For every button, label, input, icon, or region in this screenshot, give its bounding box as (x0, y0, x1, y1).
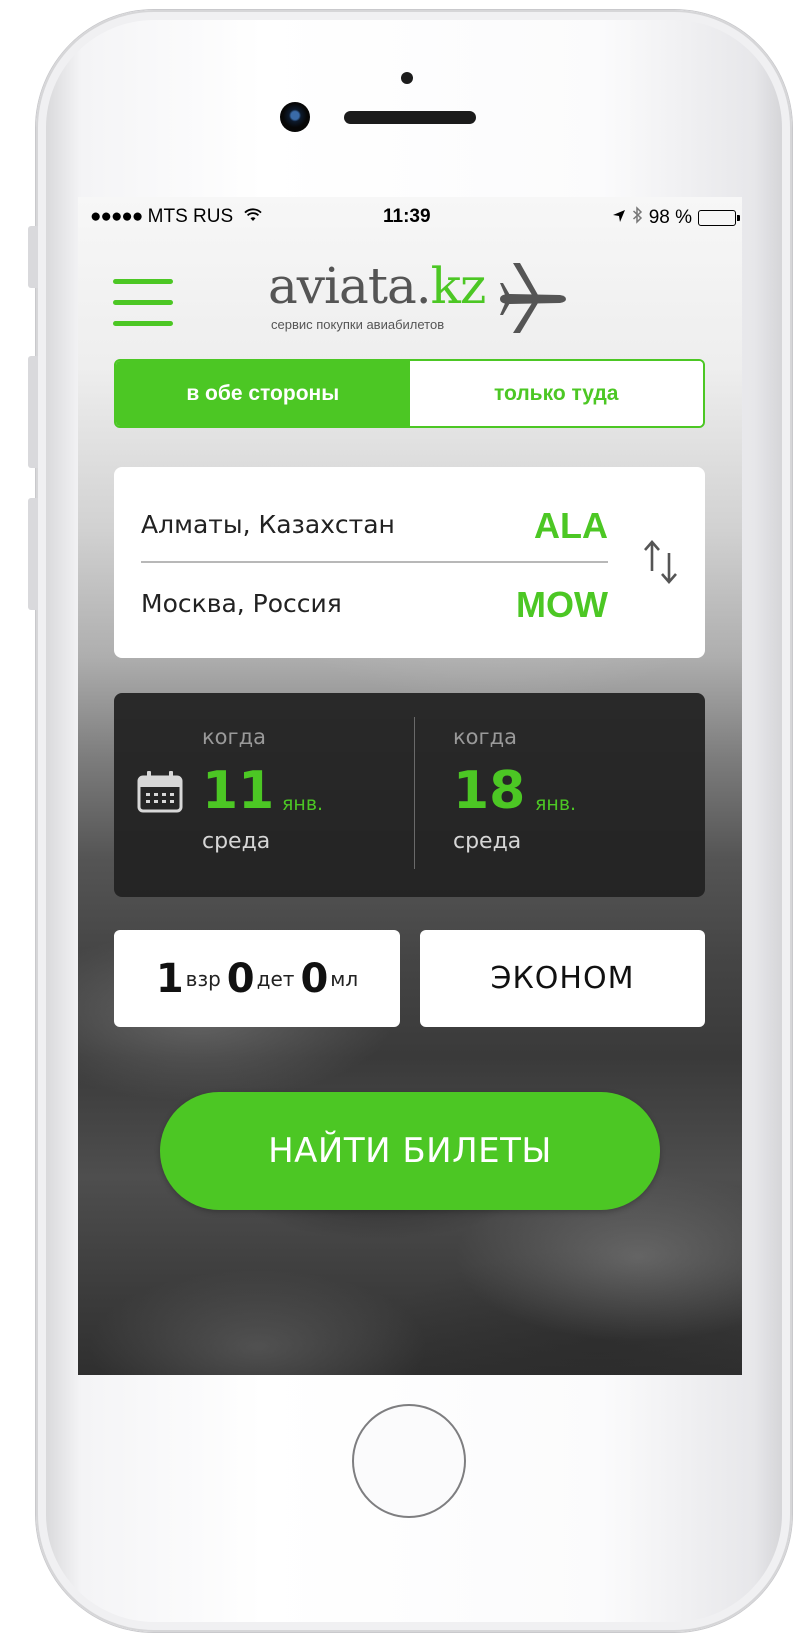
infants-count: 0 (300, 955, 329, 1002)
status-bar: ●●●●● MTS RUS 11:39 98 % (78, 197, 742, 237)
return-weekday: среда (453, 829, 522, 854)
departure-city[interactable]: Алматы, Казахстан (141, 510, 395, 539)
volume-up-button (28, 356, 38, 468)
tab-one-way[interactable]: только туда (409, 361, 703, 426)
return-day: 18 (453, 761, 526, 821)
hamburger-menu-icon[interactable] (113, 279, 173, 327)
proximity-sensor (401, 72, 413, 84)
swap-arrows-icon[interactable] (641, 537, 681, 587)
tab-round-trip[interactable]: в обе стороны (116, 361, 410, 426)
infants-label: мл (330, 966, 359, 991)
departure-date-label: когда (202, 725, 266, 749)
clock: 11:39 (383, 206, 431, 227)
carrier-info: ●●●●● MTS RUS (90, 206, 263, 228)
system-indicators: 98 % (612, 206, 740, 230)
location-arrow-icon (612, 207, 626, 229)
children-label: дет (256, 966, 295, 991)
adults-count: 1 (155, 955, 184, 1002)
earpiece-speaker (344, 111, 476, 124)
return-date-label: когда (453, 725, 517, 749)
departure-airport-code[interactable]: ALA (534, 505, 608, 547)
aviata-logo: aviata.kz сервис покупки авиабилетов (268, 257, 588, 347)
trip-type-toggle: в обе стороны только туда (114, 359, 705, 428)
departure-weekday: среда (202, 829, 271, 854)
route-divider (141, 561, 608, 563)
departure-month: янв. (282, 793, 324, 815)
arrival-city[interactable]: Москва, Россия (141, 589, 342, 618)
arrival-airport-code[interactable]: MOW (516, 584, 608, 626)
route-card: Алматы, Казахстан ALA Москва, Россия MOW (114, 467, 705, 658)
front-camera (280, 102, 310, 132)
departure-day: 11 (202, 761, 275, 821)
app-screen: ●●●●● MTS RUS 11:39 98 % aviata.kz серви… (78, 197, 742, 1375)
logo-wordmark: aviata.kz (268, 257, 486, 315)
passengers-selector[interactable]: 1 взр 0 дет 0 мл (114, 930, 400, 1027)
adults-label: взр (185, 966, 221, 991)
battery-icon (698, 210, 740, 226)
mute-switch (28, 226, 38, 288)
return-month: янв. (535, 793, 577, 815)
search-tickets-button[interactable]: НАЙТИ БИЛЕТЫ (160, 1092, 660, 1210)
dates-divider (414, 717, 415, 869)
carrier-name: MTS RUS (147, 206, 234, 227)
bluetooth-icon (632, 206, 643, 230)
volume-down-button (28, 498, 38, 610)
signal-strength-icon: ●●●●● (90, 206, 143, 227)
wifi-icon (244, 207, 263, 227)
home-button[interactable] (352, 1404, 466, 1518)
calendar-icon (137, 771, 183, 813)
battery-percentage: 98 % (648, 207, 692, 228)
cabin-class-selector[interactable]: ЭКОНОМ (420, 930, 705, 1027)
airplane-icon (500, 263, 566, 333)
logo-subtitle: сервис покупки авиабилетов (271, 317, 445, 332)
children-count: 0 (226, 955, 255, 1002)
dates-card: когда 11 янв. среда когда 18 янв. среда (114, 693, 705, 897)
